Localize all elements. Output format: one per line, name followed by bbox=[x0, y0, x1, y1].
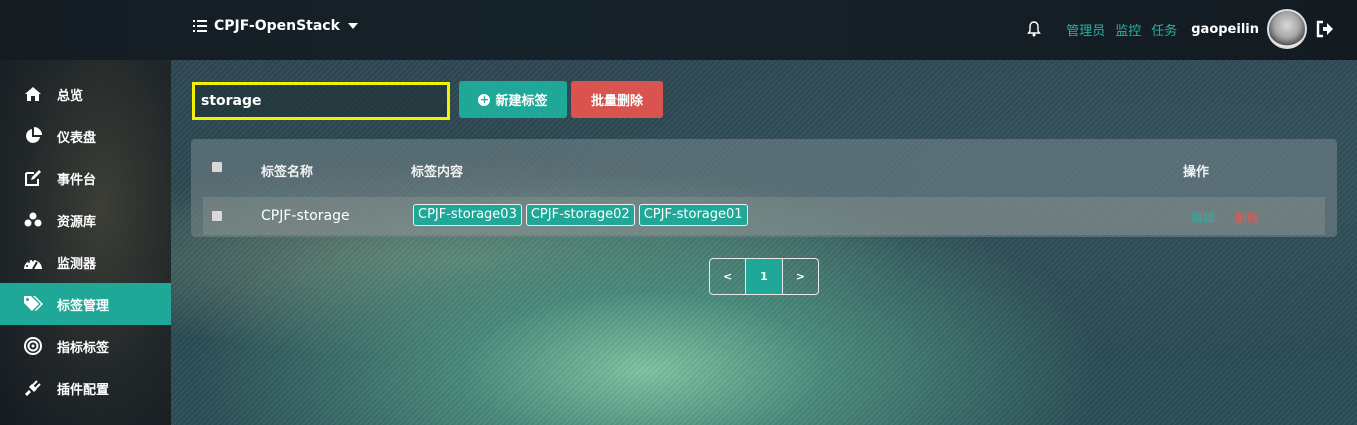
sidebar-item-label: 标签管理 bbox=[57, 298, 110, 314]
plus-circle-icon: + bbox=[478, 92, 491, 106]
sidebar-item-metric-tags[interactable]: 指标标签 bbox=[0, 325, 171, 367]
edit-link[interactable]: 编辑 bbox=[1191, 209, 1215, 226]
tag-chip: CPJF-storage03 bbox=[413, 204, 522, 226]
sidebar-item-plugins[interactable]: 插件配置 bbox=[0, 367, 171, 409]
project-selector[interactable]: CPJF-OpenStack bbox=[193, 18, 358, 34]
new-tag-button[interactable]: + 新建标签 bbox=[459, 81, 567, 118]
sidebar-item-resources[interactable]: 资源库 bbox=[0, 199, 171, 241]
pagination: < 1 > bbox=[709, 258, 819, 295]
column-header-actions: 操作 bbox=[1183, 165, 1210, 180]
nav-link-tasks[interactable]: 任务 bbox=[1151, 20, 1177, 39]
sidebar-item-dashboard[interactable]: 仪表盘 bbox=[0, 115, 171, 157]
batch-delete-button[interactable]: 批量删除 bbox=[571, 81, 663, 118]
nav-link-admin[interactable]: 管理员 bbox=[1066, 20, 1105, 39]
sidebar-item-overview[interactable]: 总览 bbox=[0, 73, 171, 115]
search-input[interactable] bbox=[192, 82, 450, 120]
cubes-icon bbox=[23, 210, 43, 230]
bell-icon[interactable] bbox=[1027, 21, 1042, 37]
logout-icon[interactable] bbox=[1315, 19, 1335, 39]
page-1-button[interactable]: 1 bbox=[746, 259, 783, 294]
top-right-nav: 管理员 监控 任务 gaopeilin bbox=[1027, 8, 1357, 50]
username[interactable]: gaopeilin bbox=[1191, 22, 1259, 37]
project-name: CPJF-OpenStack bbox=[214, 18, 340, 34]
row-checkbox[interactable] bbox=[212, 211, 222, 221]
sidebar-item-label: 仪表盘 bbox=[57, 130, 97, 146]
top-bar: CPJF-OpenStack 管理员 监控 任务 gaopeilin bbox=[0, 0, 1357, 60]
nav-link-monitor[interactable]: 监控 bbox=[1115, 20, 1141, 39]
tag-chip: CPJF-storage01 bbox=[638, 204, 748, 226]
sidebar-item-label: 总览 bbox=[57, 88, 84, 104]
column-header-tag-content: 标签内容 bbox=[411, 165, 464, 180]
batch-delete-label: 批量删除 bbox=[590, 94, 643, 109]
prev-page-button[interactable]: < bbox=[710, 259, 747, 294]
next-page-button[interactable]: > bbox=[783, 259, 818, 294]
pie-chart-icon bbox=[23, 126, 43, 146]
column-header-tag-name: 标签名称 bbox=[261, 165, 314, 180]
avatar[interactable] bbox=[1267, 9, 1307, 49]
new-tag-label: 新建标签 bbox=[495, 94, 548, 109]
sidebar-item-label: 插件配置 bbox=[57, 382, 110, 398]
delete-link[interactable]: 删除 bbox=[1235, 209, 1259, 226]
tags-icon bbox=[23, 294, 43, 314]
plug-icon bbox=[23, 378, 43, 398]
sidebar-item-label: 事件台 bbox=[57, 172, 97, 188]
tag-name: CPJF-storage bbox=[261, 208, 350, 224]
sidebar: 总览 仪表盘 事件台 资源库 监测器 标签管理 指标标签 插件配置 bbox=[0, 60, 171, 425]
tag-chip: CPJF-storage02 bbox=[525, 204, 635, 226]
sidebar-item-events[interactable]: 事件台 bbox=[0, 157, 171, 199]
sidebar-item-label: 监测器 bbox=[57, 256, 97, 272]
dashboard-icon bbox=[23, 252, 43, 272]
tag-table: 标签名称 标签内容 操作 CPJF-storage CPJF-storage03… bbox=[191, 139, 1337, 237]
sidebar-item-label: 指标标签 bbox=[57, 340, 110, 356]
list-icon bbox=[193, 20, 207, 32]
select-all-checkbox[interactable] bbox=[212, 162, 222, 172]
sidebar-item-monitors[interactable]: 监测器 bbox=[0, 241, 171, 283]
home-icon bbox=[23, 84, 43, 104]
target-icon bbox=[23, 336, 43, 356]
table-row: CPJF-storage CPJF-storage03 CPJF-storage… bbox=[203, 197, 1325, 235]
tag-content-list: CPJF-storage03 CPJF-storage02 CPJF-stora… bbox=[413, 204, 748, 226]
caret-down-icon bbox=[347, 23, 358, 29]
sidebar-item-tags[interactable]: 标签管理 bbox=[0, 283, 171, 325]
edit-icon bbox=[23, 168, 43, 188]
sidebar-item-label: 资源库 bbox=[57, 214, 97, 230]
